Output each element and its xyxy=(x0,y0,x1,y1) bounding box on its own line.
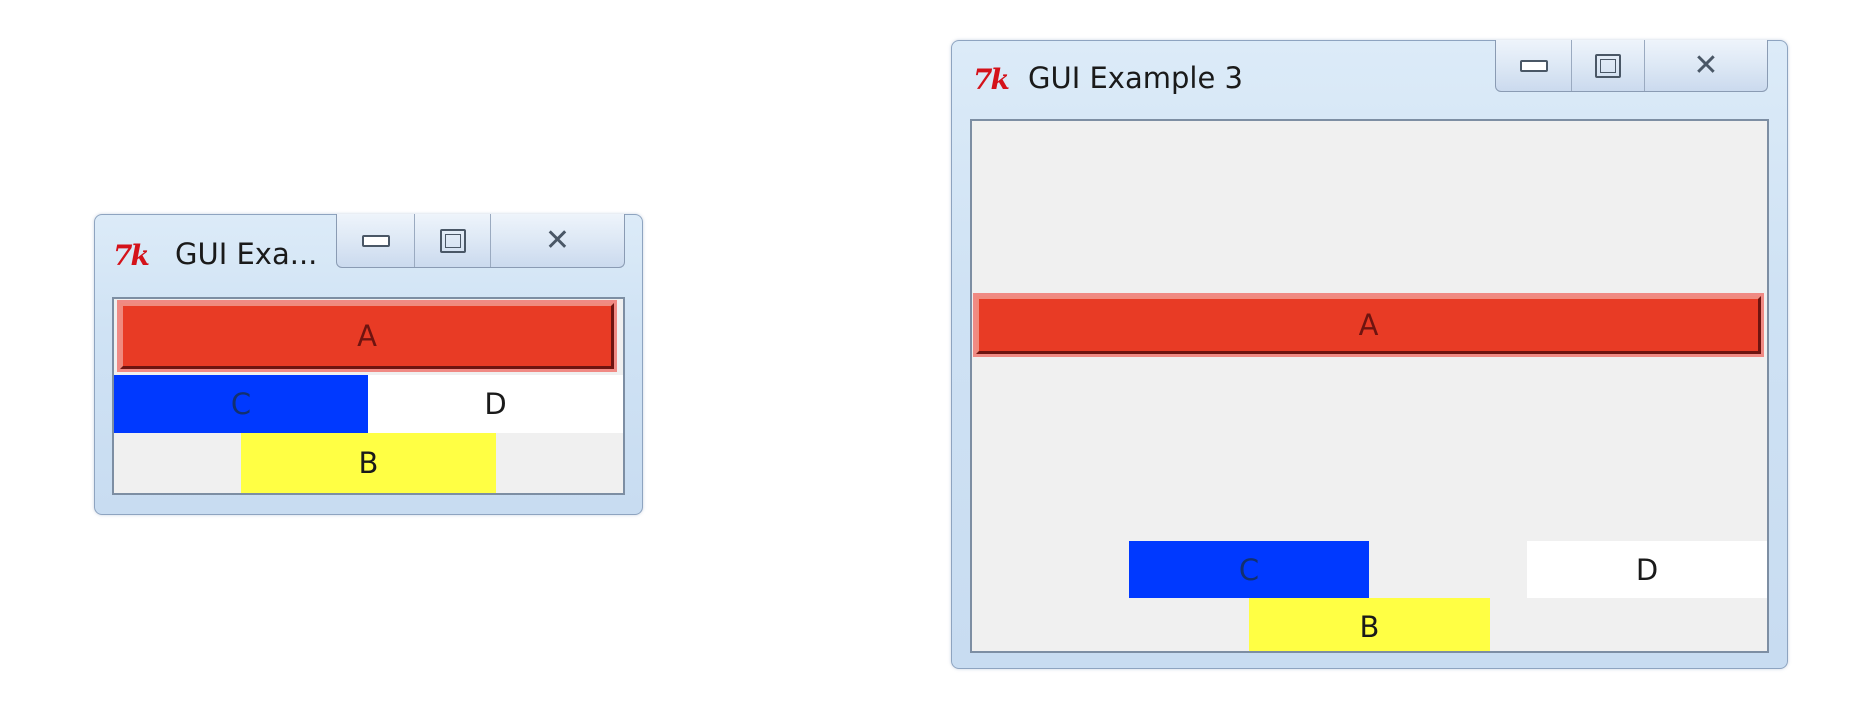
window-title: GUI Exa... xyxy=(175,237,318,271)
minimize-button[interactable] xyxy=(337,214,416,267)
maximize-icon xyxy=(439,228,466,253)
minimize-button[interactable] xyxy=(1496,40,1573,91)
label-d: D xyxy=(368,375,623,433)
maximize-button[interactable] xyxy=(1572,40,1645,91)
label-c: C xyxy=(114,375,368,433)
caption-buttons: ✕ xyxy=(336,214,625,268)
minimize-icon xyxy=(1519,59,1548,72)
close-icon: ✕ xyxy=(544,222,571,258)
label-c: C xyxy=(1129,541,1369,598)
small-window-client: A C D B xyxy=(112,297,625,495)
maximize-icon xyxy=(1595,53,1622,78)
maximize-button[interactable] xyxy=(415,214,491,267)
small-window: 7k GUI Exa... ✕ A C D B xyxy=(94,214,643,515)
close-button[interactable]: ✕ xyxy=(1645,40,1767,91)
button-a[interactable]: A xyxy=(120,303,614,369)
caption-buttons: ✕ xyxy=(1495,40,1768,92)
close-button[interactable]: ✕ xyxy=(491,214,624,267)
tk-logo-icon: 7k xyxy=(973,63,1010,96)
tk-logo-icon: 7k xyxy=(113,239,150,272)
label-b: B xyxy=(1249,598,1490,651)
close-icon: ✕ xyxy=(1693,47,1719,83)
button-a[interactable]: A xyxy=(976,296,1761,354)
window-title: GUI Example 3 xyxy=(1028,61,1243,95)
label-b: B xyxy=(241,433,496,493)
large-window-client: A C D B xyxy=(970,119,1769,653)
large-window: 7k GUI Example 3 ✕ A C D B xyxy=(951,40,1788,669)
minimize-icon xyxy=(361,234,390,247)
label-d: D xyxy=(1527,541,1767,598)
